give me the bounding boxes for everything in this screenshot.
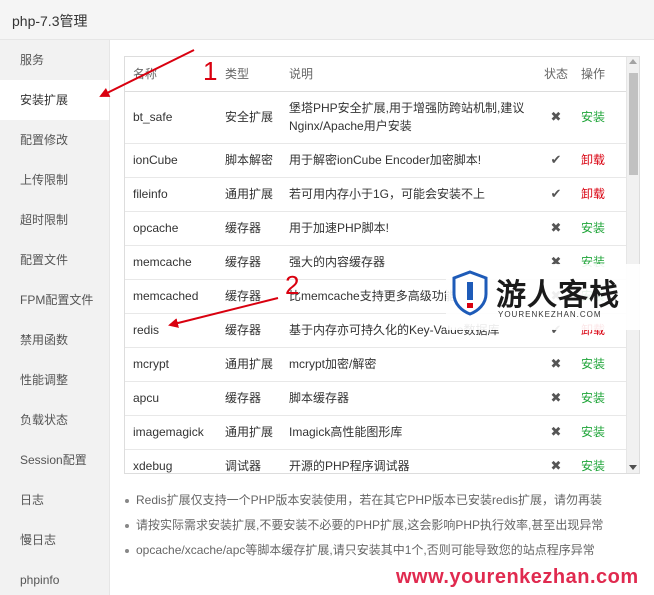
cell-name: xdebug (125, 449, 217, 473)
table-row: mcrypt 通用扩展 mcrypt加密/解密 ✖ 安装 (125, 347, 628, 382)
sidebar-item-config-edit[interactable]: 配置修改 (0, 120, 109, 160)
watermark-url: www.yourenkezhan.com (396, 566, 639, 588)
cell-name: redis (125, 313, 217, 348)
cell-desc: Imagick高性能图形库 (281, 415, 537, 450)
cell-desc: 堡塔PHP安全扩展,用于增强防跨站机制,建议 Nginx/Apache用户安装 (281, 91, 537, 144)
sidebar-item-performance[interactable]: 性能调整 (0, 360, 109, 400)
annotation-number-1: 1 (203, 56, 218, 86)
sidebar-item-service[interactable]: 服务 (0, 40, 109, 80)
check-icon: ✔ (537, 143, 575, 178)
cell-name: ionCube (125, 143, 217, 178)
watermark-en: YOURENKEZHAN.COM (498, 310, 602, 319)
window-titlebar: php-7.3管理 (0, 0, 654, 40)
cell-desc: 用于加速PHP脚本! (281, 211, 537, 246)
cell-type: 调试器 (217, 449, 281, 473)
note-item: 请按实际需求安装扩展,不要安装不必要的PHP扩展,这会影响PHP执行效率,甚至出… (120, 513, 640, 538)
table-row: fileinfo 通用扩展 若可用内存小于1G，可能会安装不上 ✔ 卸载 (125, 177, 628, 212)
cell-type: 缓存器 (217, 211, 281, 246)
sidebar-item-phpinfo[interactable]: phpinfo (0, 560, 109, 595)
uninstall-link[interactable]: 卸载 (575, 143, 628, 178)
cell-desc: 用于解密ionCube Encoder加密脚本! (281, 143, 537, 178)
install-link[interactable]: 安装 (575, 381, 628, 416)
header-desc: 说明 (281, 57, 537, 92)
cell-type: 安全扩展 (217, 91, 281, 144)
cell-name: imagemagick (125, 415, 217, 450)
table-header-row: 名称 类型 说明 状态 操作 (125, 57, 628, 92)
header-status: 状态 (537, 57, 575, 92)
x-icon: ✖ (537, 381, 575, 416)
table-row: bt_safe 安全扩展 堡塔PHP安全扩展,用于增强防跨站机制,建议 Nginx… (125, 91, 628, 144)
sidebar-item-upload-limit[interactable]: 上传限制 (0, 160, 109, 200)
watermark-cn: 游人客栈 (496, 278, 620, 313)
cell-desc: 开源的PHP程序调试器 (281, 449, 537, 473)
check-icon: ✔ (537, 177, 575, 212)
scroll-up-arrow-icon[interactable] (629, 59, 637, 64)
cell-type: 通用扩展 (217, 415, 281, 450)
install-link[interactable]: 安装 (575, 211, 628, 246)
sidebar-item-config-file[interactable]: 配置文件 (0, 240, 109, 280)
cell-type: 通用扩展 (217, 347, 281, 382)
cell-type: 脚本解密 (217, 143, 281, 178)
cell-type: 缓存器 (217, 313, 281, 348)
x-icon: ✖ (537, 211, 575, 246)
cell-type: 缓存器 (217, 381, 281, 416)
sidebar-item-log[interactable]: 日志 (0, 480, 109, 520)
table-row: opcache 缓存器 用于加速PHP脚本! ✖ 安装 (125, 211, 628, 246)
header-type: 类型 (217, 57, 281, 92)
sidebar-item-disabled-functions[interactable]: 禁用函数 (0, 320, 109, 360)
cell-desc: mcrypt加密/解密 (281, 347, 537, 382)
cell-desc: 若可用内存小于1G，可能会安装不上 (281, 177, 537, 212)
install-link[interactable]: 安装 (575, 449, 628, 473)
note-item: Redis扩展仅支持一个PHP版本安装使用，若在其它PHP版本已安装redis扩… (120, 488, 640, 513)
sidebar-item-timeout-limit[interactable]: 超时限制 (0, 200, 109, 240)
sidebar: 服务 安装扩展 配置修改 上传限制 超时限制 配置文件 FPM配置文件 禁用函数… (0, 40, 110, 595)
annotation-number-2: 2 (285, 270, 300, 300)
watermark-logo: 游人客栈 YOURENKEZHAN.COM (446, 264, 654, 330)
install-link[interactable]: 安装 (575, 347, 628, 382)
table-row: imagemagick 通用扩展 Imagick高性能图形库 ✖ 安装 (125, 415, 628, 450)
cell-desc: 脚本缓存器 (281, 381, 537, 416)
scrollbar-thumb[interactable] (629, 73, 638, 175)
cell-name: memcached (125, 279, 217, 314)
notes-list: Redis扩展仅支持一个PHP版本安装使用，若在其它PHP版本已安装redis扩… (120, 488, 640, 563)
cell-name: apcu (125, 381, 217, 416)
sidebar-item-slow-log[interactable]: 慢日志 (0, 520, 109, 560)
x-icon: ✖ (537, 347, 575, 382)
x-icon: ✖ (537, 415, 575, 450)
header-op: 操作 (575, 57, 628, 92)
install-link[interactable]: 安装 (575, 415, 628, 450)
cell-type: 缓存器 (217, 245, 281, 280)
cell-type: 通用扩展 (217, 177, 281, 212)
cell-name: fileinfo (125, 177, 217, 212)
table-row: xdebug 调试器 开源的PHP程序调试器 ✖ 安装 (125, 449, 628, 473)
cell-name: mcrypt (125, 347, 217, 382)
watermark-badge-icon (452, 270, 488, 316)
table-row: ionCube 脚本解密 用于解密ionCube Encoder加密脚本! ✔ … (125, 143, 628, 178)
cell-name: memcache (125, 245, 217, 280)
note-item: opcache/xcache/apc等脚本缓存扩展,请只安装其中1个,否则可能导… (120, 538, 640, 563)
table-row: apcu 缓存器 脚本缓存器 ✖ 安装 (125, 381, 628, 416)
scroll-down-arrow-icon[interactable] (629, 465, 637, 470)
uninstall-link[interactable]: 卸载 (575, 177, 628, 212)
sidebar-item-install-extension[interactable]: 安装扩展 (0, 80, 109, 120)
x-icon: ✖ (537, 449, 575, 473)
sidebar-item-load-status[interactable]: 负载状态 (0, 400, 109, 440)
window-title: php-7.3管理 (12, 13, 88, 29)
cell-name: bt_safe (125, 91, 217, 144)
x-icon: ✖ (537, 91, 575, 144)
sidebar-item-session[interactable]: Session配置 (0, 440, 109, 480)
cell-name: opcache (125, 211, 217, 246)
install-link[interactable]: 安装 (575, 91, 628, 144)
sidebar-item-fpm-config[interactable]: FPM配置文件 (0, 280, 109, 320)
cell-type: 缓存器 (217, 279, 281, 314)
